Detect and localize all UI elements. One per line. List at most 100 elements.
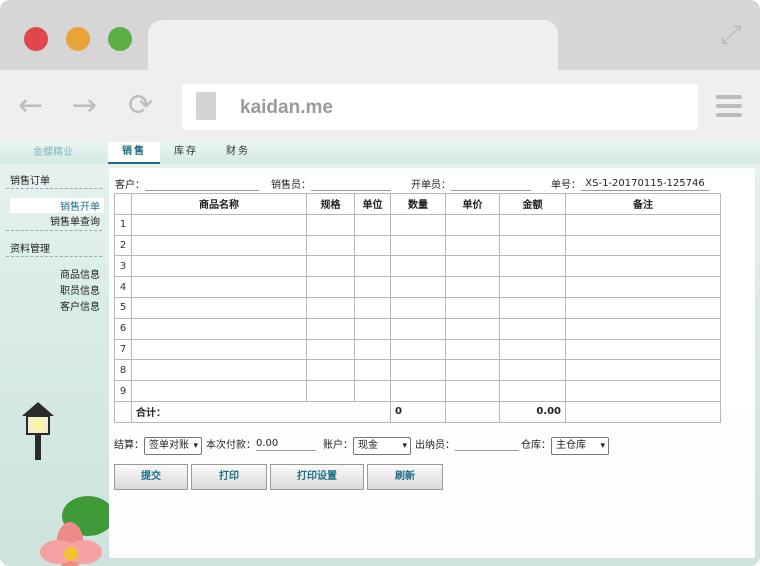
table-cell[interactable] <box>499 338 566 361</box>
hamburger-menu-icon[interactable] <box>716 95 742 122</box>
table-cell[interactable] <box>565 276 721 298</box>
sidebar-item-staff[interactable]: 职员信息 <box>60 282 100 297</box>
table-cell[interactable] <box>131 359 307 382</box>
table-cell[interactable] <box>390 234 446 257</box>
settlement-select[interactable]: 签单对账 ▾ <box>144 437 202 455</box>
table-cell[interactable] <box>565 359 721 382</box>
table-cell[interactable] <box>445 255 500 278</box>
table-cell[interactable] <box>354 213 391 236</box>
table-cell[interactable] <box>306 234 355 257</box>
table-cell[interactable] <box>565 213 721 236</box>
table-cell[interactable] <box>565 317 721 340</box>
sidebar-item-products[interactable]: 商品信息 <box>60 266 100 281</box>
issuer-input[interactable] <box>451 178 531 191</box>
back-arrow-icon[interactable]: ← <box>18 88 43 124</box>
table-row: 5 <box>114 296 721 319</box>
table-cell[interactable] <box>390 255 446 278</box>
table-cell[interactable] <box>131 276 307 298</box>
table-cell[interactable] <box>131 255 307 278</box>
sidebar-item-customers[interactable]: 客户信息 <box>60 298 100 313</box>
account-selected-value: 现金 <box>358 440 378 451</box>
table-cell[interactable] <box>499 380 566 402</box>
table-cell[interactable] <box>499 276 566 298</box>
table-cell[interactable] <box>306 317 355 340</box>
cashier-input[interactable] <box>455 438 519 451</box>
table-cell[interactable] <box>499 359 566 382</box>
table-cell[interactable] <box>445 338 500 361</box>
table-cell[interactable] <box>565 296 721 319</box>
table-cell[interactable] <box>499 296 566 319</box>
table-cell[interactable] <box>445 234 500 257</box>
table-cell[interactable] <box>131 296 307 319</box>
table-cell[interactable] <box>390 213 446 236</box>
table-cell[interactable] <box>390 296 446 319</box>
table-cell[interactable] <box>499 213 566 236</box>
table-cell[interactable] <box>131 317 307 340</box>
minimize-window-icon[interactable] <box>66 27 90 51</box>
table-cell[interactable] <box>131 234 307 257</box>
table-cell[interactable] <box>354 255 391 278</box>
salesperson-input[interactable] <box>311 178 391 191</box>
maximize-window-icon[interactable] <box>108 27 132 51</box>
account-label: 账户： <box>323 440 353 451</box>
customer-input[interactable] <box>145 178 259 191</box>
table-cell[interactable] <box>306 213 355 236</box>
sidebar-group-data-management[interactable]: 资料管理 <box>10 240 50 255</box>
table-cell[interactable] <box>131 338 307 361</box>
table-cell[interactable] <box>499 317 566 340</box>
table-cell[interactable] <box>390 317 446 340</box>
table-cell[interactable] <box>445 317 500 340</box>
table-cell[interactable] <box>306 338 355 361</box>
table-cell[interactable] <box>354 234 391 257</box>
table-cell[interactable] <box>131 380 307 402</box>
table-cell[interactable] <box>565 380 721 402</box>
table-cell[interactable] <box>390 380 446 402</box>
table-cell[interactable] <box>354 276 391 298</box>
table-cell[interactable] <box>354 380 391 402</box>
table-cell[interactable] <box>445 359 500 382</box>
table-cell[interactable] <box>354 317 391 340</box>
table-cell[interactable] <box>306 359 355 382</box>
table-cell[interactable] <box>306 255 355 278</box>
sidebar-item-sales-query[interactable]: 销售单查询 <box>50 213 100 228</box>
table-cell[interactable] <box>390 338 446 361</box>
table-cell[interactable] <box>565 255 721 278</box>
table-cell[interactable] <box>131 213 307 236</box>
table-cell[interactable] <box>445 380 500 402</box>
table-cell[interactable] <box>354 359 391 382</box>
print-button[interactable]: 打印 <box>191 464 267 490</box>
table-cell[interactable] <box>390 276 446 298</box>
table-cell[interactable] <box>565 338 721 361</box>
tab-finance[interactable]: 财务 <box>212 142 264 162</box>
table-cell[interactable] <box>445 296 500 319</box>
table-cell[interactable] <box>306 296 355 319</box>
table-cell[interactable] <box>445 213 500 236</box>
warehouse-select[interactable]: 主仓库 ▾ <box>551 437 609 455</box>
table-cell[interactable] <box>565 234 721 257</box>
refresh-button[interactable]: 刷新 <box>367 464 443 490</box>
account-select[interactable]: 现金 ▾ <box>353 437 411 455</box>
table-cell[interactable] <box>499 234 566 257</box>
print-settings-button[interactable]: 打印设置 <box>270 464 364 490</box>
sidebar-group-sales-order[interactable]: 销售订单 <box>10 172 50 187</box>
fullscreen-icon[interactable]: ⤢ <box>716 20 746 50</box>
total-label: 合计： <box>131 400 391 423</box>
submit-button[interactable]: 提交 <box>114 464 188 490</box>
tab-inventory[interactable]: 库存 <box>160 142 212 162</box>
cashier-label: 出纳员： <box>415 440 455 451</box>
table-cell[interactable] <box>445 276 500 298</box>
payment-input[interactable]: 0.00 <box>256 438 316 451</box>
tab-sales[interactable]: 销售 <box>108 142 160 164</box>
table-cell[interactable] <box>390 359 446 382</box>
table-cell[interactable] <box>354 296 391 319</box>
address-bar[interactable]: kaidan.me <box>182 84 698 130</box>
sidebar-item-sales-invoice[interactable]: 销售开单 <box>10 198 104 213</box>
forward-arrow-icon[interactable]: → <box>72 88 97 124</box>
close-window-icon[interactable] <box>24 27 48 51</box>
table-cell[interactable] <box>306 276 355 298</box>
table-cell[interactable] <box>354 338 391 361</box>
table-cell[interactable] <box>306 380 355 402</box>
reload-icon[interactable]: ⟳ <box>128 88 153 124</box>
browser-tab[interactable] <box>148 20 558 70</box>
table-cell[interactable] <box>499 255 566 278</box>
